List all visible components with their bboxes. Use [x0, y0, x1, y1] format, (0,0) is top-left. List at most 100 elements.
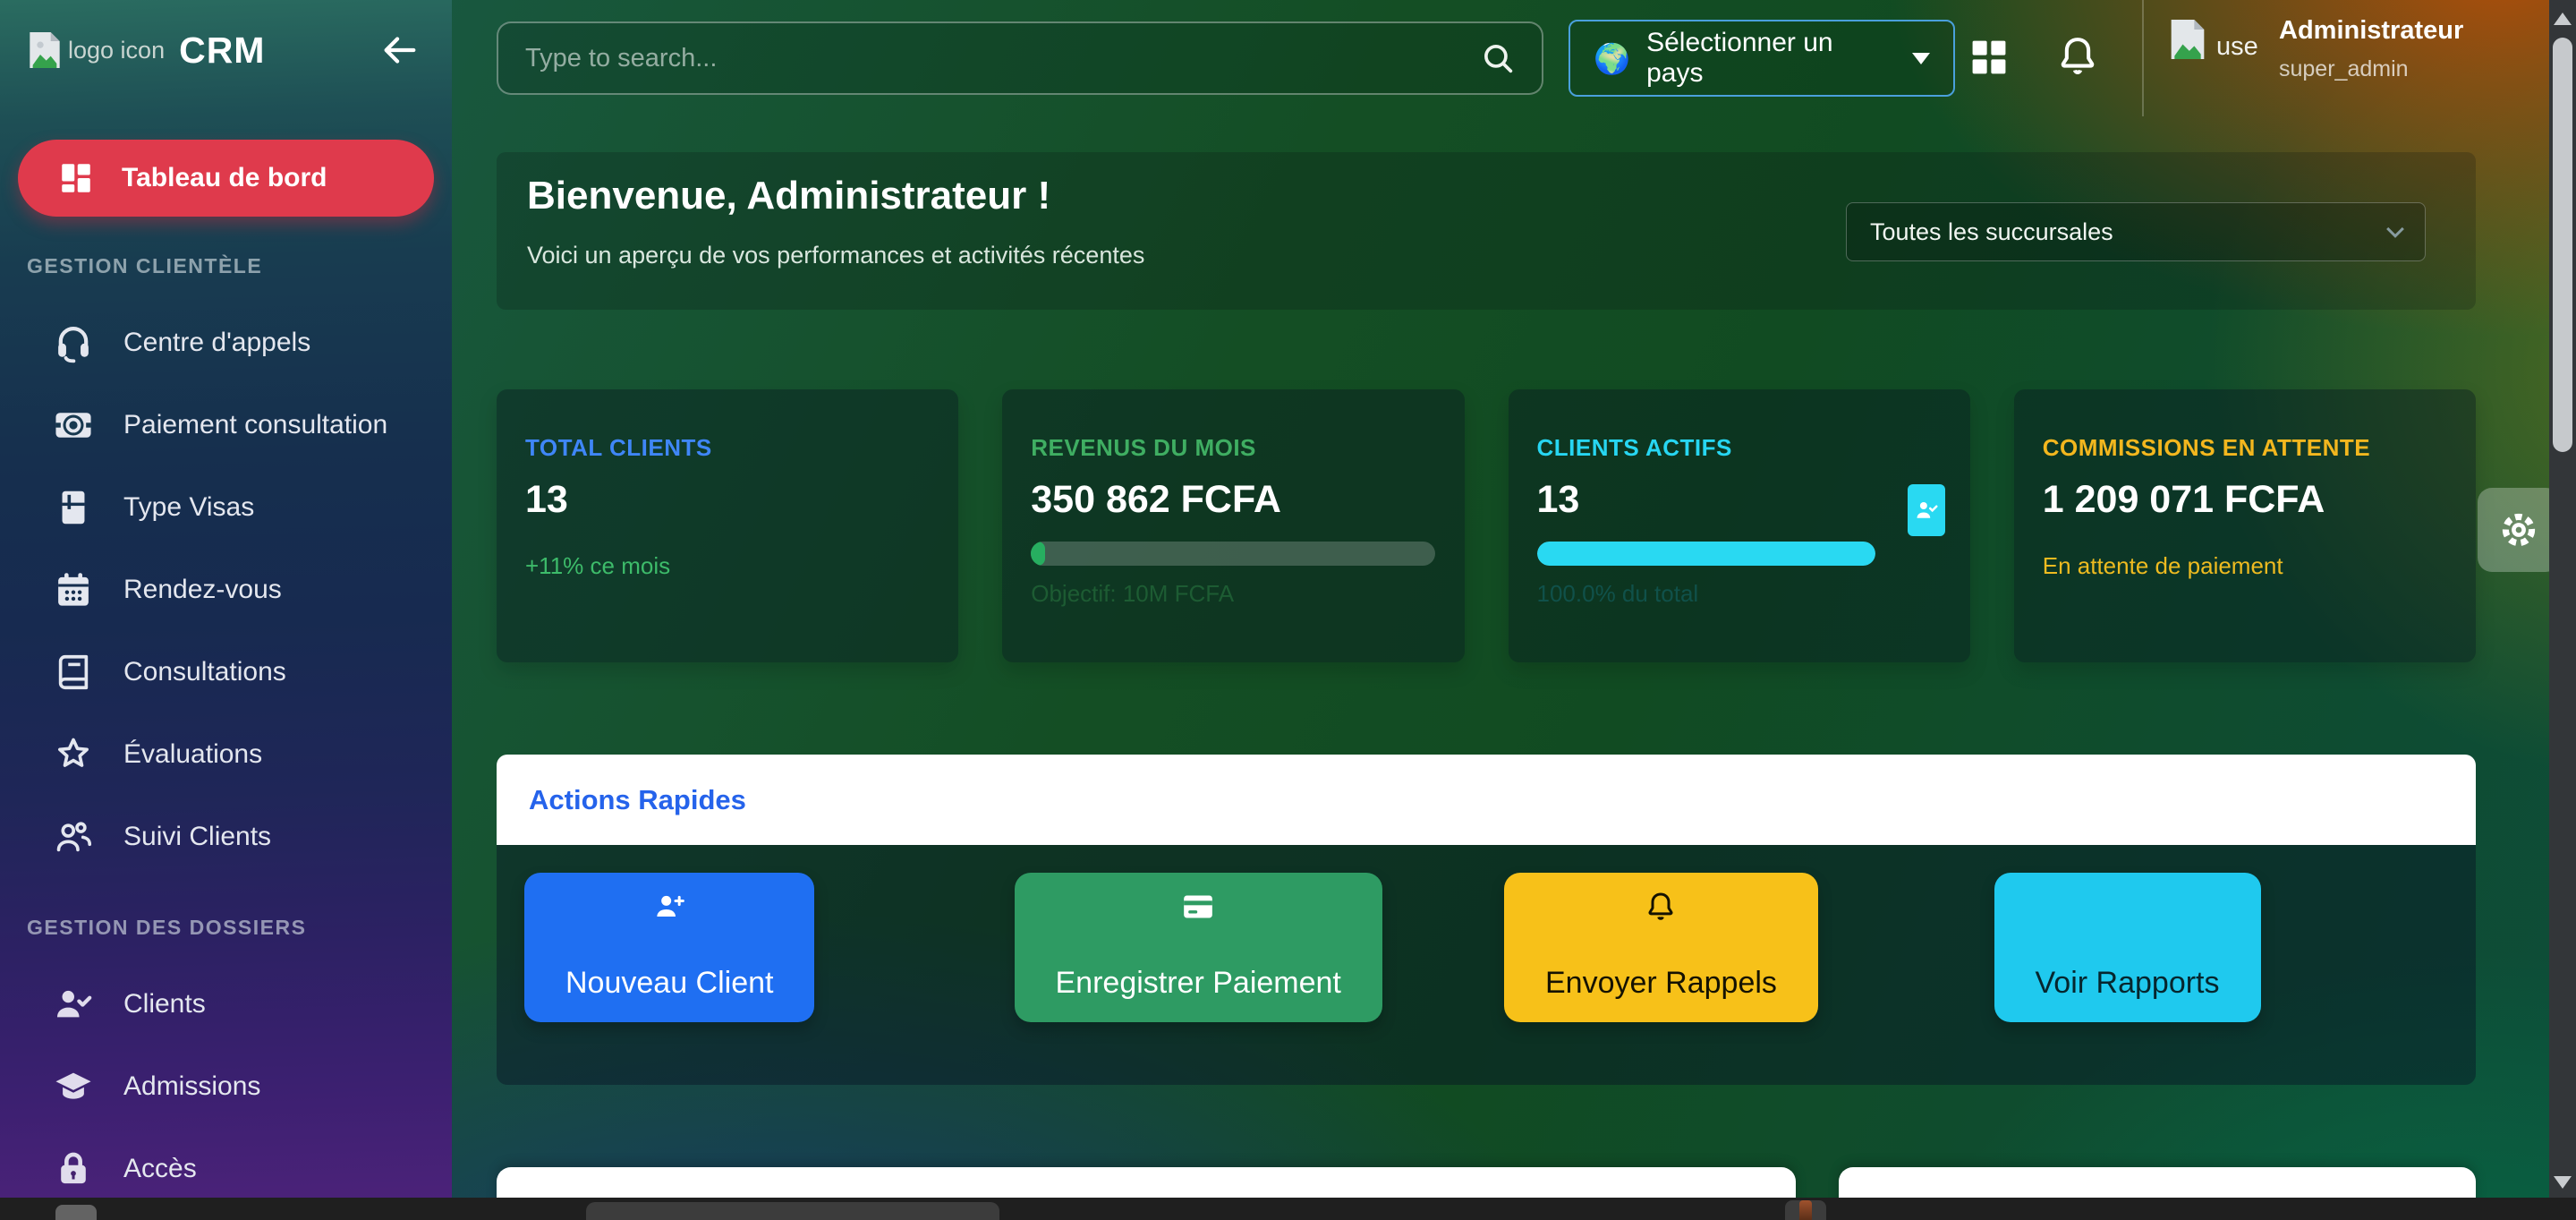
revenue-progress-fill	[1031, 542, 1045, 566]
stat-card-revenus-mois: REVENUS DU MOIS 350 862 FCFA Objectif: 1…	[1002, 389, 1464, 662]
scrollbar-thumb[interactable]	[2553, 38, 2572, 452]
sidebar-item-dashboard[interactable]: Tableau de bord	[18, 140, 434, 217]
stat-value: 350 862 FCFA	[1031, 478, 1435, 522]
settings-fab-button[interactable]	[2478, 488, 2560, 572]
search-icon[interactable]	[1479, 39, 1517, 77]
fridge-icon	[52, 487, 95, 528]
stat-value: 13	[1537, 478, 1942, 522]
sidebar-item-evaluations[interactable]: Évaluations	[0, 713, 452, 796]
register-payment-button[interactable]: Enregistrer Paiement	[1015, 873, 1382, 1022]
sidebar-item-paiement-consultation[interactable]: Paiement consultation	[0, 384, 452, 466]
headset-icon	[52, 322, 95, 363]
sidebar-item-label: Admissions	[123, 1071, 260, 1102]
new-client-button[interactable]: Nouveau Client	[524, 873, 814, 1022]
scrollbar-down-arrow[interactable]	[2554, 1176, 2572, 1189]
stat-value: 1 209 071 FCFA	[2043, 478, 2447, 522]
book-icon	[52, 652, 95, 693]
scrollbar-up-arrow[interactable]	[2554, 13, 2572, 25]
lock-icon	[52, 1148, 95, 1190]
welcome-subtitle: Voici un aperçu de vos performances et a…	[527, 242, 1144, 269]
credit-card-icon	[1180, 889, 1216, 925]
notifications-button[interactable]	[2053, 32, 2102, 81]
button-label: Envoyer Rappels	[1545, 966, 1777, 1001]
sidebar-item-rendez-vous[interactable]: Rendez-vous	[0, 549, 452, 631]
stat-note: 100.0% du total	[1537, 580, 1942, 608]
taskbar-item[interactable]	[586, 1202, 999, 1220]
stat-note: +11% ce mois	[525, 552, 930, 580]
sidebar-item-label: Tableau de bord	[122, 163, 327, 193]
stat-label: CLIENTS ACTIFS	[1537, 434, 1942, 462]
dashboard-icon	[57, 159, 95, 197]
arrow-left-icon	[378, 30, 420, 71]
sidebar-item-label: Suivi Clients	[123, 822, 271, 852]
broken-logo-image-icon	[27, 29, 63, 72]
active-clients-progress-fill	[1537, 542, 1875, 566]
welcome-title: Bienvenue, Administrateur !	[527, 174, 1050, 218]
quick-actions-header: Actions Rapides	[497, 755, 2476, 845]
crm-dashboard-screen: logo icon CRM Tableau de bord GESTION CL…	[0, 0, 2576, 1220]
search-input[interactable]	[523, 43, 1479, 74]
brand-title: CRM	[179, 30, 265, 72]
sidebar-logo-row: logo icon CRM	[0, 0, 452, 100]
sidebar-item-label: Évaluations	[123, 739, 262, 770]
quick-actions-card: Actions Rapides Nouveau Client Enregistr…	[497, 755, 2476, 1085]
sidebar-item-type-visas[interactable]: Type Visas	[0, 466, 452, 549]
active-clients-progress-bar	[1537, 542, 1875, 566]
user-name: Administrateur	[2279, 16, 2463, 46]
caret-down-icon	[1912, 53, 1930, 64]
person-check-icon	[52, 984, 95, 1025]
sidebar-section-gestion-dossiers: GESTION DES DOSSIERS	[0, 916, 452, 940]
main-content: 🌍 Sélectionner un pays use Administrateu…	[452, 0, 2549, 1198]
stat-card-total-clients: TOTAL CLIENTS 13 +11% ce mois	[497, 389, 958, 662]
stats-row: TOTAL CLIENTS 13 +11% ce mois REVENUS DU…	[497, 389, 2476, 662]
sidebar-item-admissions[interactable]: Admissions	[0, 1045, 452, 1128]
stat-note: Objectif: 10M FCFA	[1031, 580, 1435, 608]
taskbar-item[interactable]	[1785, 1200, 1826, 1220]
user-info[interactable]: Administrateur super_admin	[2279, 16, 2463, 82]
sidebar: logo icon CRM Tableau de bord GESTION CL…	[0, 0, 452, 1198]
star-icon	[52, 734, 95, 775]
stat-card-commissions: COMMISSIONS EN ATTENTE 1 209 071 FCFA En…	[2014, 389, 2476, 662]
send-reminders-button[interactable]: Envoyer Rappels	[1504, 873, 1818, 1022]
search-box	[497, 21, 1543, 95]
country-selector[interactable]: 🌍 Sélectionner un pays	[1569, 20, 1955, 97]
taskbar-item[interactable]	[55, 1205, 97, 1220]
sidebar-item-centre-appels[interactable]: Centre d'appels	[0, 302, 452, 384]
stat-label: REVENUS DU MOIS	[1031, 434, 1435, 462]
apps-grid-button[interactable]	[1966, 34, 2012, 81]
bell-icon	[1643, 889, 1679, 925]
quick-actions-body: Nouveau Client Enregistrer Paiement Envo…	[497, 845, 2476, 1085]
sidebar-item-acces[interactable]: Accès	[0, 1128, 452, 1198]
calendar-icon	[52, 569, 95, 610]
quick-actions-title: Actions Rapides	[529, 784, 746, 816]
stat-label: TOTAL CLIENTS	[525, 434, 930, 462]
chevron-down-icon	[2386, 220, 2404, 238]
person-add-icon	[651, 889, 687, 925]
sidebar-item-label: Consultations	[123, 657, 286, 687]
stat-card-clients-actifs: CLIENTS ACTIFS 13 100.0% du total	[1509, 389, 1970, 662]
sidebar-item-label: Paiement consultation	[123, 410, 387, 440]
apps-grid-icon	[1966, 34, 2012, 81]
graduation-cap-icon	[52, 1066, 95, 1107]
button-label: Nouveau Client	[565, 966, 773, 1001]
welcome-banner: Bienvenue, Administrateur ! Voici un ape…	[497, 152, 2476, 310]
sidebar-item-suivi-clients[interactable]: Suivi Clients	[0, 796, 452, 878]
stat-label: COMMISSIONS EN ATTENTE	[2043, 434, 2447, 462]
sidebar-collapse-button[interactable]	[378, 30, 420, 71]
banknote-icon	[52, 405, 95, 446]
sidebar-item-label: Rendez-vous	[123, 575, 282, 605]
view-reports-button[interactable]: Voir Rapports	[1994, 873, 2261, 1022]
user-role: super_admin	[2279, 56, 2463, 82]
logo-alt-text: logo icon	[68, 37, 165, 64]
avatar-alt-text: use	[2216, 32, 2258, 62]
person-check-badge-icon	[1908, 484, 1945, 536]
sidebar-item-label: Type Visas	[123, 492, 254, 523]
sidebar-item-consultations[interactable]: Consultations	[0, 631, 452, 713]
scrollbar-track[interactable]	[2549, 0, 2576, 1198]
sidebar-item-label: Centre d'appels	[123, 328, 310, 358]
branch-filter-value: Toutes les succursales	[1870, 218, 2389, 246]
sidebar-item-label: Accès	[123, 1154, 197, 1184]
sidebar-item-clients[interactable]: Clients	[0, 963, 452, 1045]
branch-filter-select[interactable]: Toutes les succursales	[1846, 202, 2426, 261]
user-avatar-chip[interactable]: use	[2168, 16, 2258, 63]
